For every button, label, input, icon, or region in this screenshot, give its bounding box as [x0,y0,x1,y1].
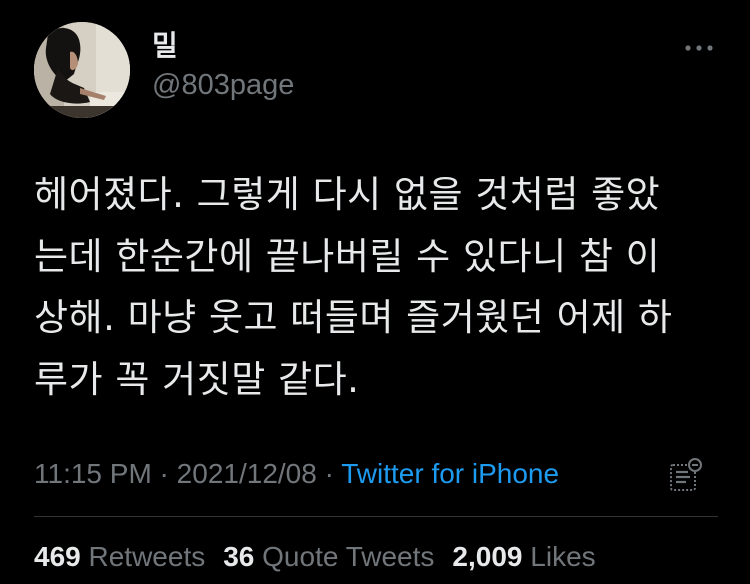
avatar[interactable] [34,22,130,118]
user-handle[interactable]: @803page [152,69,294,101]
more-horizontal-icon[interactable] [682,38,716,58]
quote-tweets-label: Quote Tweets [262,541,435,572]
tweet-text-line: 헤어졌다. 그렇게 다시 없을 것처럼 좋았 [34,173,661,216]
tweet-text-line: 루가 꼭 거짓말 같다. [34,357,360,401]
engagement-stats: 469 Retweets 36 Quote Tweets 2,009 Likes [34,540,596,574]
tweet-time[interactable]: 11:15 PM [34,458,152,489]
quote-tweets-stat[interactable]: 36 Quote Tweets [223,541,434,572]
likes-stat[interactable]: 2,009 Likes [452,541,595,572]
divider [34,516,718,517]
likes-label: Likes [530,541,596,572]
tweet-text-line: 상해. 마냥 웃고 떠들며 즐거웠던 어제 하 [34,296,673,339]
tweet-metadata: 11:15 PM · 2021/12/08 · Twitter for iPho… [34,457,559,491]
retweets-label: Retweets [88,541,206,572]
meta-separator: · [316,458,342,489]
tweet-date[interactable]: 2021/12/08 [177,458,317,489]
retweets-stat[interactable]: 469 Retweets [34,541,205,572]
meta-separator: · [151,458,177,489]
tweet-source-link[interactable]: Twitter for iPhone [341,458,559,489]
retweets-count: 469 [34,541,81,572]
quote-tweets-count: 36 [223,541,255,572]
likes-count: 2,009 [452,541,523,572]
tweet-text-line: 는데 한순간에 끝나버릴 수 있다니 참 이 [34,234,661,278]
tweet-text: 헤어졌다. 그렇게 다시 없을 것처럼 좋았 는데 한순간에 끝나버릴 수 있다… [34,164,714,410]
display-name[interactable]: 밀 [152,30,178,62]
tweet-detail: 밀 @803page 헤어졌다. 그렇게 다시 없을 것처럼 좋았 는데 한순간… [0,0,750,584]
analytics-icon[interactable] [666,456,704,494]
